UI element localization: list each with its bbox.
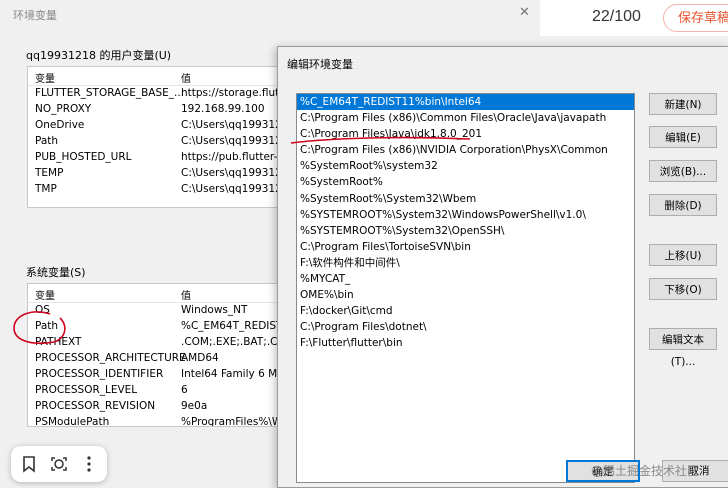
column-header-variable[interactable]: 变量 (35, 70, 55, 85)
list-header: 变量 值 (28, 284, 290, 303)
screenshot-icon[interactable] (47, 452, 71, 476)
variable-row[interactable]: PROCESSOR_ARCHITECTURE AMD64 (28, 351, 290, 367)
path-entry[interactable]: F:\软件构件和中间件\ (297, 255, 634, 271)
variable-name: Path (35, 320, 59, 332)
variable-value: Windows_NT (181, 304, 248, 316)
variable-value: https://pub.flutter-io (181, 151, 287, 163)
variable-value: AMD64 (181, 352, 219, 364)
floating-toolbar (11, 446, 107, 482)
variable-name: PSModulePath (35, 416, 110, 427)
variable-value: .COM;.EXE;.BAT;.CM (181, 336, 287, 348)
variable-row[interactable]: TEMP C:\Users\qq1993121 (28, 166, 290, 182)
move-up-button[interactable]: 上移(U) (649, 244, 717, 266)
column-header-variable[interactable]: 变量 (35, 287, 55, 302)
variable-row[interactable]: PSModulePath %ProgramFiles%\WI (28, 415, 290, 427)
delete-button[interactable]: 删除(D) (649, 194, 717, 216)
variable-value: 192.168.99.100 (181, 103, 265, 115)
variable-row[interactable]: PROCESSOR_IDENTIFIER Intel64 Family 6 Mod (28, 367, 290, 383)
variable-name: OS (35, 304, 50, 316)
path-entry[interactable]: %SystemRoot%\system32 (297, 158, 634, 174)
variable-row[interactable]: NO_PROXY 192.168.99.100 (28, 102, 290, 118)
variable-row[interactable]: PUB_HOSTED_URL https://pub.flutter-io (28, 150, 290, 166)
system-variables-label: 系统变量(S) (26, 266, 86, 279)
variable-row[interactable]: FLUTTER_STORAGE_BASE_... https://storage.… (28, 86, 290, 102)
path-entry[interactable]: C:\Program Files\Java\jdk1.8.0_201 (297, 126, 634, 142)
variable-name: PATHEXT (35, 336, 82, 348)
variable-row[interactable]: PATHEXT .COM;.EXE;.BAT;.CM (28, 335, 290, 351)
path-entry[interactable]: C:\Program Files (x86)\Common Files\Orac… (297, 110, 634, 126)
user-variables-label: qq19931218 的用户变量(U) (26, 49, 172, 62)
path-entry[interactable]: F:\docker\Git\cmd (297, 303, 634, 319)
path-entry[interactable]: %SystemRoot%\System32\Wbem (297, 191, 634, 207)
close-icon[interactable]: ✕ (519, 5, 530, 20)
variable-name: PUB_HOSTED_URL (35, 151, 132, 163)
user-variables-list[interactable]: 变量 值 FLUTTER_STORAGE_BASE_... https://sto… (27, 66, 291, 208)
new-button[interactable]: 新建(N) (649, 93, 717, 115)
variable-row[interactable]: OneDrive C:\Users\qq1993121 (28, 118, 290, 134)
variable-row[interactable]: OS Windows_NT (28, 303, 290, 319)
path-entry[interactable]: %C_EM64T_REDIST11%bin\Intel64 (297, 94, 634, 111)
variable-row[interactable]: PROCESSOR_REVISION 9e0a (28, 399, 290, 415)
variable-value: C:\Users\qq1993121 (181, 119, 289, 131)
watermark: @稀土掘金技术社区 (591, 464, 700, 478)
variable-name: FLUTTER_STORAGE_BASE_... (35, 87, 185, 99)
variable-value: C:\Users\qq1993121 (181, 135, 289, 147)
variable-value: C:\Users\qq1993121 (181, 183, 289, 195)
path-entry[interactable]: %SYSTEMROOT%\System32\OpenSSH\ (297, 223, 634, 239)
dialog-title: 编辑环境变量 (287, 58, 353, 71)
variable-row[interactable]: PROCESSOR_LEVEL 6 (28, 383, 290, 399)
title-counter: 22/100 (592, 8, 641, 25)
path-entry[interactable]: F:\Flutter\flutter\bin (297, 335, 634, 351)
variable-name: TMP (35, 183, 57, 195)
bookmark-icon[interactable] (17, 452, 41, 476)
path-entry[interactable]: %MYCAT_ (297, 271, 634, 287)
variable-row[interactable]: Path %C_EM64T_REDIST1 (28, 319, 290, 335)
path-entry[interactable]: C:\Program Files (x86)\NVIDIA Corporatio… (297, 142, 634, 158)
variable-value: 6 (181, 384, 188, 396)
edit-environment-variable-dialog: 编辑环境变量 %C_EM64T_REDIST11%bin\Intel64 C:\P… (277, 46, 728, 488)
list-header: 变量 值 (28, 67, 290, 86)
variable-value: %ProgramFiles%\WI (181, 416, 286, 427)
variable-row[interactable]: TMP C:\Users\qq1993121 (28, 182, 290, 198)
variable-row[interactable]: Path C:\Users\qq1993121 (28, 134, 290, 150)
variable-value: https://storage.flutt (181, 87, 284, 99)
path-entry[interactable]: C:\Program Files\TortoiseSVN\bin (297, 239, 634, 255)
variable-value: %C_EM64T_REDIST1 (181, 320, 290, 332)
edit-button[interactable]: 编辑(E) (649, 126, 717, 148)
variable-value: Intel64 Family 6 Mod (181, 368, 291, 380)
variable-value: 9e0a (181, 400, 208, 412)
path-entry[interactable]: C:\Program Files\dotnet\ (297, 319, 634, 335)
move-down-button[interactable]: 下移(O) (649, 278, 717, 300)
browse-button[interactable]: 浏览(B)... (649, 160, 717, 182)
column-header-value[interactable]: 值 (181, 70, 191, 85)
variable-name: PROCESSOR_REVISION (35, 400, 156, 412)
variable-name: Path (35, 135, 59, 147)
variable-name: NO_PROXY (35, 103, 92, 115)
variable-value: C:\Users\qq1993121 (181, 167, 289, 179)
path-entry[interactable]: %SYSTEMROOT%\System32\WindowsPowerShell\… (297, 207, 634, 223)
variable-name: OneDrive (35, 119, 85, 131)
system-variables-list[interactable]: 变量 值 OS Windows_NT Path %C_EM64T_REDIST1 PAT… (27, 283, 291, 427)
column-header-value[interactable]: 值 (181, 287, 191, 302)
path-entry[interactable]: OME%\bin (297, 287, 634, 303)
edit-text-button[interactable]: 编辑文本(T)... (649, 328, 717, 368)
more-icon[interactable] (77, 452, 101, 476)
save-draft-button[interactable]: 保存草稿 (663, 4, 728, 32)
dialog-title: 环境变量 (13, 9, 57, 22)
variable-name: PROCESSOR_LEVEL (35, 384, 138, 396)
path-entries-list[interactable]: %C_EM64T_REDIST11%bin\Intel64 C:\Program … (296, 93, 635, 483)
variable-name: TEMP (35, 167, 64, 179)
variable-name: PROCESSOR_IDENTIFIER (35, 368, 164, 380)
path-entry[interactable]: %SystemRoot% (297, 174, 634, 190)
variable-name: PROCESSOR_ARCHITECTURE (35, 352, 186, 364)
